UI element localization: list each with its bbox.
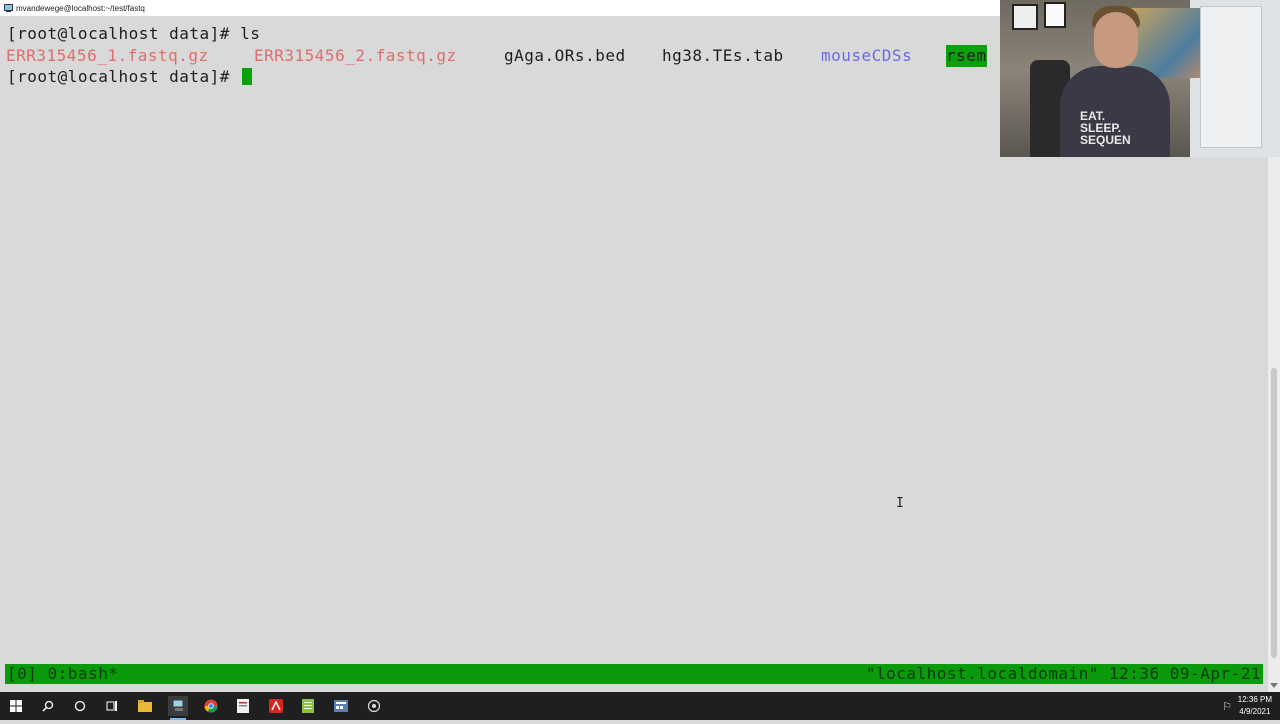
prompt: [root@localhost data]#: [7, 67, 241, 86]
file-entry: ERR315456_2.fastq.gz: [254, 46, 457, 65]
webcam-picture-frame: [1012, 4, 1038, 30]
notepad-icon[interactable]: [298, 696, 318, 716]
tmux-status-bar: [0] 0:bash* "localhost.localdomain" 12:3…: [5, 664, 1263, 684]
scroll-down-arrow-icon[interactable]: [1270, 683, 1278, 688]
terminal-line-3: [root@localhost data]#: [7, 66, 253, 88]
webcam-door: [1200, 6, 1262, 148]
webcam-shirt-text: EAT. SLEEP. SEQUEN: [1080, 109, 1131, 147]
windows-start-icon[interactable]: [6, 696, 26, 716]
clock-time: 12:36 PM: [1237, 695, 1272, 704]
task-view-icon[interactable]: [102, 696, 122, 716]
search-icon[interactable]: [38, 696, 58, 716]
window-title: mvandewege@localhost:~/test/fastq: [16, 3, 145, 13]
webcam-person-head: [1094, 12, 1138, 68]
terminal-line-1: [root@localhost data]# ls: [7, 23, 260, 45]
taskbar: ⚐ 12:36 PM 4/9/2021: [0, 692, 1280, 720]
putty-icon[interactable]: [168, 696, 188, 720]
file-entry: mouseCDSs: [821, 46, 913, 65]
file-entry: gAga.ORs.bed: [504, 46, 626, 65]
chrome-icon[interactable]: [201, 696, 221, 716]
command-text: ls: [240, 24, 261, 43]
file-entry: hg38.TEs.tab: [662, 46, 784, 65]
cortana-icon[interactable]: [70, 696, 90, 716]
file-entry-highlighted: rsem: [946, 45, 987, 67]
webcam-picture-frame: [1044, 2, 1066, 28]
taskbar-clock[interactable]: 12:36 PM 4/9/2021: [1238, 694, 1272, 718]
clock-date: 4/9/2021: [1239, 707, 1271, 716]
app-icon[interactable]: [233, 696, 253, 716]
scroll-thumb[interactable]: [1271, 368, 1277, 658]
prompt: [root@localhost data]#: [7, 24, 241, 43]
webcam-overlay: EAT. SLEEP. SEQUEN: [1000, 0, 1280, 157]
settings-icon[interactable]: [364, 696, 384, 716]
file-entry: ERR315456_1.fastq.gz: [6, 46, 209, 65]
file-explorer-icon[interactable]: [135, 696, 155, 716]
tmux-window-list: [0] 0:bash*: [7, 664, 119, 683]
acrobat-icon[interactable]: [266, 696, 286, 716]
putty-icon: [3, 3, 13, 13]
tmux-host-clock: "localhost.localdomain" 12:36 09-Apr-21: [865, 664, 1261, 683]
calculator-icon[interactable]: [331, 696, 351, 716]
ibeam-cursor-icon: I: [896, 497, 904, 511]
terminal-cursor: [242, 68, 253, 85]
network-icon[interactable]: ⚐: [1222, 700, 1232, 713]
